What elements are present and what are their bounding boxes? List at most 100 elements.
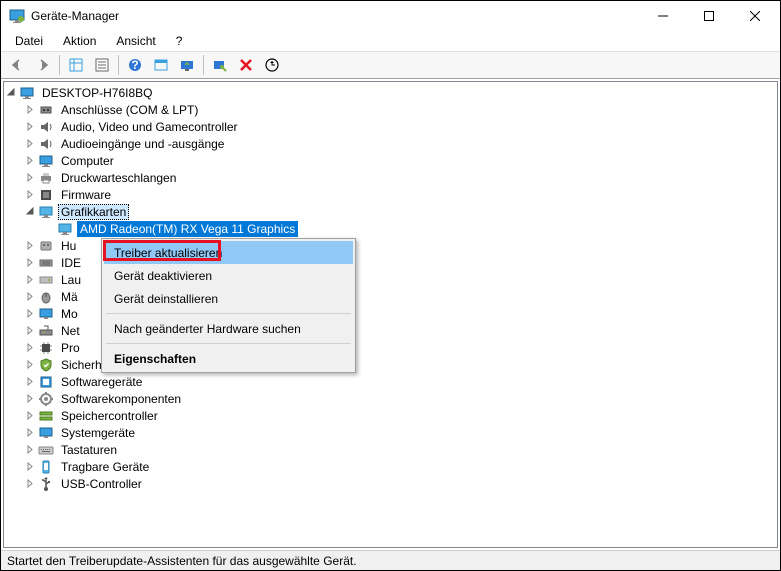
usb-icon [38,476,54,492]
expand-icon[interactable] [23,118,38,135]
show-hidden-button[interactable] [64,53,88,77]
ctx-update-driver[interactable]: Treiber aktualisieren [104,241,353,264]
expand-icon[interactable] [23,339,38,356]
expand-icon[interactable] [23,254,38,271]
firmware-icon [38,187,54,203]
expand-icon[interactable] [23,169,38,186]
software-icon [38,374,54,390]
tree-label: Pro [58,340,83,356]
expand-icon[interactable] [23,475,38,492]
forward-button[interactable] [31,53,55,77]
help-button[interactable]: ? [123,53,147,77]
tree-label: Firmware [58,187,114,203]
tree-category[interactable]: Druckwarteschlangen [4,169,777,186]
ctx-disable-device[interactable]: Gerät deaktivieren [104,264,353,287]
expand-icon[interactable] [23,407,38,424]
context-menu: Treiber aktualisieren Gerät deaktivieren… [101,238,356,373]
tree-category[interactable]: Tragbare Geräte [4,458,777,475]
uninstall-device-button[interactable] [234,53,258,77]
tree-label: IDE [58,255,84,271]
tree-label: Druckwarteschlangen [58,170,179,186]
toolbar: ? [1,51,780,79]
expand-icon[interactable] [23,152,38,169]
printer-icon [38,170,54,186]
monitor-icon [38,306,54,322]
maximize-button[interactable] [686,1,732,31]
port-icon [38,102,54,118]
expand-icon[interactable] [23,305,38,322]
tree-category[interactable]: Audio, Video und Gamecontroller [4,118,777,135]
ctx-properties[interactable]: Eigenschaften [104,347,353,370]
window-title: Geräte-Manager [31,9,640,23]
status-bar: Startet den Treiberupdate-Assistenten fü… [1,550,780,570]
tree-root[interactable]: DESKTOP-H76I8BQ [4,84,777,101]
expand-icon[interactable] [23,237,38,254]
properties-button[interactable] [90,53,114,77]
app-icon [9,8,25,24]
expand-icon[interactable] [23,135,38,152]
ide-icon [38,255,54,271]
menu-help[interactable]: ? [168,32,191,50]
expand-icon[interactable] [4,84,19,101]
tree-label: Net [58,323,83,339]
expand-icon[interactable] [23,271,38,288]
tree-category[interactable]: Audioeingänge und -ausgänge [4,135,777,152]
tree-category[interactable]: Systemgeräte [4,424,777,441]
tree-category[interactable]: Softwaregeräte [4,373,777,390]
expand-icon[interactable] [23,322,38,339]
expand-icon[interactable] [23,186,38,203]
expand-icon[interactable] [23,203,38,220]
tree-category[interactable]: USB-Controller [4,475,777,492]
tree-label: Audio, Video und Gamecontroller [58,119,241,135]
computer-icon [38,153,54,169]
expand-icon[interactable] [23,288,38,305]
tree-label: Computer [58,153,117,169]
tree-label: Audioeingänge und -ausgänge [58,136,227,152]
expand-icon[interactable] [23,424,38,441]
tree-category[interactable]: Speichercontroller [4,407,777,424]
tree-label: Softwarekomponenten [58,391,184,407]
back-button[interactable] [5,53,29,77]
tree-category[interactable]: Computer [4,152,777,169]
update-driver-button[interactable] [175,53,199,77]
expand-icon[interactable] [23,458,38,475]
tree-category[interactable]: Tastaturen [4,441,777,458]
expand-icon[interactable] [23,356,38,373]
tree-category[interactable]: Anschlüsse (COM & LPT) [4,101,777,118]
expand-icon[interactable] [23,373,38,390]
disable-device-button[interactable] [208,53,232,77]
tree-label: USB-Controller [58,476,145,492]
keyboard-icon [38,442,54,458]
view-button[interactable] [149,53,173,77]
component-icon [38,391,54,407]
menu-bar: Datei Aktion Ansicht ? [1,31,780,51]
expand-icon[interactable] [23,390,38,407]
tree-label: Mo [58,306,81,322]
storage-icon [38,408,54,424]
mouse-icon [38,289,54,305]
scan-hardware-button[interactable] [260,53,284,77]
ctx-separator [106,343,351,344]
svg-text:?: ? [131,58,138,72]
ctx-uninstall-device[interactable]: Gerät deinstallieren [104,287,353,310]
expand-icon[interactable] [23,101,38,118]
ctx-scan-hardware[interactable]: Nach geänderter Hardware suchen [104,317,353,340]
drive-icon [38,272,54,288]
computer-icon [19,85,35,101]
menu-aktion[interactable]: Aktion [55,32,104,50]
system-icon [38,425,54,441]
menu-ansicht[interactable]: Ansicht [108,32,163,50]
tree-category[interactable]: Grafikkarten [4,203,777,220]
tree-category[interactable]: Firmware [4,186,777,203]
menu-datei[interactable]: Datei [7,32,51,50]
close-button[interactable] [732,1,778,31]
display-icon [38,204,54,220]
tree-label: Tastaturen [58,442,120,458]
tree-label: Speichercontroller [58,408,161,424]
minimize-button[interactable] [640,1,686,31]
tree-label: Lau [58,272,84,288]
tree-category[interactable]: Softwarekomponenten [4,390,777,407]
expand-icon[interactable] [23,441,38,458]
display-icon [57,221,73,237]
tree-device[interactable]: AMD Radeon(TM) RX Vega 11 Graphics [4,220,777,237]
